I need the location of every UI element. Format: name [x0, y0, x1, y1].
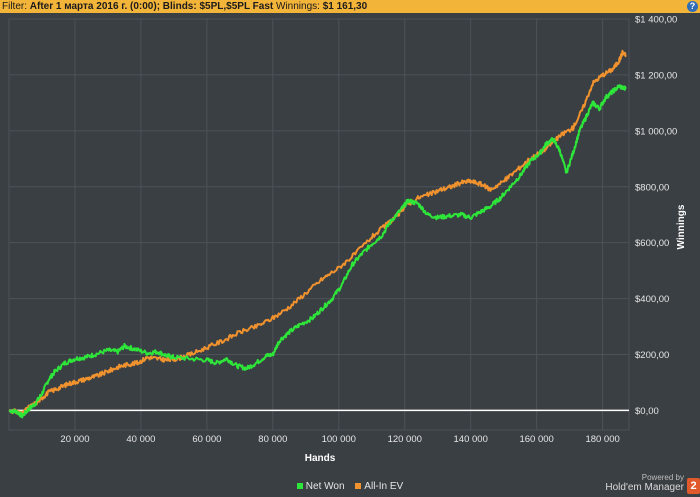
winnings-label: Winnings:	[276, 1, 320, 12]
branding: Powered by Hold'em Manager	[605, 473, 684, 493]
x-tick-label: 120 000	[388, 434, 422, 445]
x-tick-label: 80 000	[258, 434, 287, 445]
y-tick-label: $1 000,00	[635, 126, 677, 137]
x-tick-label: 20 000	[60, 434, 89, 445]
x-tick-label: 40 000	[126, 434, 155, 445]
chart-grid	[8, 18, 630, 431]
filter-prefix: Filter:	[2, 1, 27, 12]
y-tick-label: $0,00	[635, 406, 659, 417]
powered-by-text: Powered by	[641, 473, 684, 482]
x-tick-label: 180 000	[585, 434, 619, 445]
x-tick-label: 100 000	[322, 434, 356, 445]
product-name: Hold'em Manager	[605, 482, 684, 493]
net-won-line	[8, 84, 627, 419]
winnings-chart: $0,00 $200,00 $400,00 $600,00 $800,00 $1 000,…	[8, 15, 687, 464]
y-tick-label: $1 400,00	[635, 15, 677, 26]
y-tick-label: $800,00	[635, 182, 669, 193]
legend-swatch-all-in-ev	[355, 483, 362, 489]
plot-frame	[8, 18, 630, 431]
chart-ticks: $0,00 $200,00 $400,00 $600,00 $800,00 $1 000,…	[60, 15, 677, 446]
y-axis-label: Winnings	[676, 204, 687, 249]
legend-swatch-net-won	[296, 483, 303, 489]
y-tick-label: $600,00	[635, 238, 669, 249]
chart-legend: Net Won All-In EV	[0, 481, 700, 492]
question-mark-icon[interactable]: ?	[687, 1, 698, 12]
legend-label-all-in-ev: All-In EV	[364, 481, 404, 492]
legend-label-net-won: Net Won	[305, 481, 345, 492]
y-tick-label: $1 200,00	[635, 70, 677, 81]
winnings-value: $1 161,30	[322, 1, 368, 12]
y-tick-label: $200,00	[635, 350, 669, 361]
y-tick-label: $400,00	[635, 294, 669, 305]
filter-bar: Filter: After 1 марта 2016 г. (0:00); Bl…	[0, 0, 700, 13]
x-tick-label: 160 000	[519, 434, 553, 445]
legend-item-all-in-ev[interactable]: All-In EV	[355, 481, 403, 492]
x-tick-label: 60 000	[192, 434, 221, 445]
all-in-ev-line	[8, 49, 627, 417]
filter-text: After 1 марта 2016 г. (0:00); Blinds: $5…	[29, 1, 274, 12]
chart-lines	[8, 49, 629, 419]
x-axis-label: Hands	[305, 453, 336, 464]
x-tick-label: 140 000	[454, 434, 488, 445]
hm2-logo-icon: 2	[687, 478, 700, 494]
legend-item-net-won[interactable]: Net Won	[296, 481, 345, 492]
